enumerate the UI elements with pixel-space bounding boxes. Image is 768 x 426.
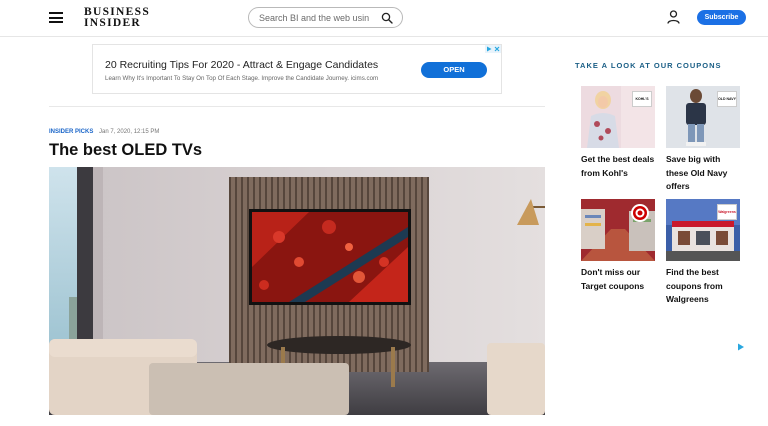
logo-line-2: INSIDER (84, 16, 142, 29)
walgreens-thumbnail[interactable]: Walgreens (666, 199, 740, 261)
ad-description: Learn Why It's Important To Stay On Top … (105, 75, 379, 82)
old-navy-coupon-caption[interactable]: Save big with these Old Navy offers (666, 153, 744, 194)
coupons-heading: TAKE A LOOK AT OUR COUPONS (575, 61, 722, 70)
business-insider-logo[interactable]: BUSINESS INSIDER (84, 6, 151, 29)
logo-line-1: BUSINESS (84, 6, 151, 18)
top-navigation-bar: BUSINESS INSIDER Subscribe (0, 0, 768, 37)
kohls-logo-badge: KOHL'S (632, 91, 652, 107)
ad-banner[interactable]: 20 Recruiting Tips For 2020 - Attract & … (92, 44, 502, 94)
walgreens-coupon-caption[interactable]: Find the best coupons from Walgreens (666, 266, 744, 307)
target-coupon-caption[interactable]: Don't miss our Target coupons (581, 266, 659, 293)
menu-icon[interactable] (49, 12, 63, 23)
walgreens-logo-badge: Walgreens (717, 204, 737, 220)
article-kicker: INSIDER PICKS Jan 7, 2020, 12:15 PM (49, 129, 159, 135)
subscribe-button[interactable]: Subscribe (697, 10, 746, 25)
ad-open-button[interactable]: OPEN (421, 62, 487, 78)
target-store-image (581, 199, 655, 261)
ad-choices-icon[interactable] (737, 343, 745, 351)
section-divider (49, 106, 545, 107)
coupon-card-walgreens[interactable]: Walgreens Find the best coupons from Wal… (666, 199, 744, 307)
kohls-thumbnail[interactable]: KOHL'S (581, 86, 655, 148)
kohls-coupon-caption[interactable]: Get the best deals from Kohl's (581, 153, 659, 180)
target-thumbnail[interactable] (581, 199, 655, 261)
coupon-card-kohls[interactable]: KOHL'S Get the best deals from Kohl's (581, 86, 659, 180)
old-navy-logo-badge: OLD NAVY (717, 91, 737, 107)
search-input[interactable] (259, 10, 373, 25)
hero-image-oled-tv (49, 167, 545, 415)
article-headline: The best OLED TVs (49, 141, 203, 159)
ad-title[interactable]: 20 Recruiting Tips For 2020 - Attract & … (105, 59, 378, 71)
search-box[interactable] (248, 7, 403, 28)
hero-image-graphic (49, 167, 545, 415)
old-navy-thumbnail[interactable]: OLD NAVY (666, 86, 740, 148)
ad-choices-icon[interactable] (485, 45, 501, 53)
coupon-card-target[interactable]: Don't miss our Target coupons (581, 199, 659, 293)
user-account-icon[interactable] (667, 10, 680, 24)
article-date: Jan 7, 2020, 12:15 PM (99, 129, 160, 135)
search-icon[interactable] (381, 12, 393, 24)
coupon-card-old-navy[interactable]: OLD NAVY Save big with these Old Navy of… (666, 86, 744, 194)
article-tag[interactable]: INSIDER PICKS (49, 129, 93, 135)
